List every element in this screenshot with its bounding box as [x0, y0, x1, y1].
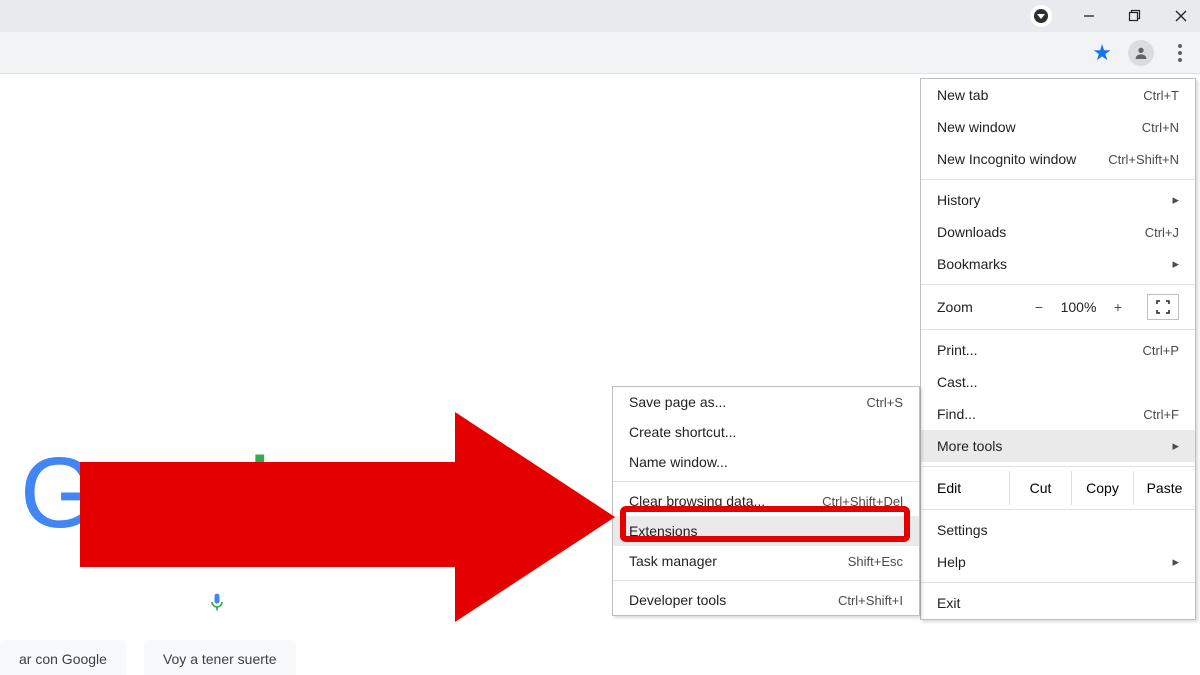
lucky-button[interactable]: Voy a tener suerte [144, 640, 296, 675]
menu-separator [921, 509, 1195, 510]
fullscreen-icon[interactable] [1147, 294, 1179, 320]
main-menu-item-history[interactable]: History ▸ [921, 184, 1195, 216]
menu-separator [921, 284, 1195, 285]
zoom-in-button[interactable]: + [1106, 299, 1130, 315]
menu-item-label: History [937, 192, 981, 208]
menu-item-label: Settings [937, 522, 988, 538]
menu-item-shortcut: Ctrl+Shift+Del [822, 494, 903, 509]
menu-item-label: Name window... [629, 454, 728, 470]
menu-item-label: New window [937, 119, 1016, 135]
main-menu-item-bookmarks[interactable]: Bookmarks ▸ [921, 248, 1195, 280]
main-menu-item-exit[interactable]: Exit [921, 587, 1195, 619]
main-menu-item-new-window[interactable]: New window Ctrl+N [921, 111, 1195, 143]
menu-item-label: Print... [937, 342, 977, 358]
close-icon[interactable] [1172, 7, 1190, 25]
main-menu-item-print[interactable]: Print... Ctrl+P [921, 334, 1195, 366]
main-menu-item-help[interactable]: Help ▸ [921, 546, 1195, 578]
google-logo: Google [20, 436, 319, 551]
main-menu-item-cast[interactable]: Cast... [921, 366, 1195, 398]
main-menu-item-downloads[interactable]: Downloads Ctrl+J [921, 216, 1195, 248]
menu-item-shortcut: Ctrl+J [1145, 225, 1179, 240]
chevron-right-icon: ▸ [1172, 554, 1179, 570]
profile-avatar-icon[interactable] [1128, 40, 1154, 66]
window-titlebar [0, 0, 1200, 32]
edit-label: Edit [937, 480, 1009, 496]
zoom-label: Zoom [937, 299, 1027, 315]
menu-item-label: Bookmarks [937, 256, 1007, 272]
main-menu-item-more-tools[interactable]: More tools ▸ [921, 430, 1195, 462]
menu-item-shortcut: Ctrl+Shift+I [838, 593, 903, 608]
menu-item-label: Task manager [629, 553, 717, 569]
bookmark-star-icon[interactable]: ★ [1092, 40, 1112, 66]
chevron-right-icon: ▸ [1172, 256, 1179, 272]
menu-item-label: More tools [937, 438, 1002, 454]
restore-icon[interactable] [1126, 7, 1144, 25]
edit-cut[interactable]: Cut [1009, 471, 1071, 505]
menu-item-label: Extensions [629, 523, 697, 539]
menu-item-shortcut: Ctrl+S [867, 395, 903, 410]
sub-menu-item-task-manager[interactable]: Task manager Shift+Esc [613, 546, 919, 576]
menu-zoom-row: Zoom − 100% + [921, 289, 1195, 325]
chevron-right-icon: ▸ [1172, 438, 1179, 454]
main-menu-item-new-tab[interactable]: New tab Ctrl+T [921, 79, 1195, 111]
sub-menu-item-clear-browsing-data[interactable]: Clear browsing data... Ctrl+Shift+Del [613, 486, 919, 516]
menu-item-label: New Incognito window [937, 151, 1076, 167]
sub-menu-item-extensions[interactable]: Extensions [613, 516, 919, 546]
chrome-main-menu[interactable]: New tab Ctrl+T New window Ctrl+N New Incogni… [920, 78, 1196, 620]
menu-item-label: New tab [937, 87, 988, 103]
menu-item-label: Find... [937, 406, 976, 422]
search-button[interactable]: ar con Google [0, 640, 126, 675]
menu-item-label: Downloads [937, 224, 1006, 240]
main-menu-item-new-incognito-window[interactable]: New Incognito window Ctrl+Shift+N [921, 143, 1195, 175]
menu-item-label: Cast... [937, 374, 977, 390]
menu-item-shortcut: Ctrl+T [1143, 88, 1179, 103]
main-menu-item-settings[interactable]: Settings [921, 514, 1195, 546]
menu-separator [921, 329, 1195, 330]
sub-menu-item-create-shortcut[interactable]: Create shortcut... [613, 417, 919, 447]
menu-item-label: Clear browsing data... [629, 493, 765, 509]
menu-item-shortcut: Ctrl+F [1143, 407, 1179, 422]
chevron-right-icon: ▸ [1172, 192, 1179, 208]
menu-edit-row: Edit Cut Copy Paste [921, 471, 1195, 505]
edit-paste[interactable]: Paste [1133, 471, 1195, 505]
sub-menu-item-save-page-as[interactable]: Save page as... Ctrl+S [613, 387, 919, 417]
zoom-value: 100% [1051, 299, 1106, 315]
menu-item-label: Create shortcut... [629, 424, 736, 440]
menu-item-shortcut: Ctrl+Shift+N [1108, 152, 1179, 167]
menu-item-shortcut: Shift+Esc [848, 554, 903, 569]
voice-search-icon[interactable] [207, 592, 227, 612]
menu-separator [613, 580, 919, 581]
menu-item-label: Exit [937, 595, 960, 611]
main-menu-item-find[interactable]: Find... Ctrl+F [921, 398, 1195, 430]
titlebar-dropdown-icon[interactable] [1030, 5, 1052, 27]
menu-item-label: Developer tools [629, 592, 726, 608]
menu-item-label: Save page as... [629, 394, 726, 410]
menu-item-label: Help [937, 554, 966, 570]
chrome-more-tools-menu[interactable]: Save page as... Ctrl+S Create shortcut... N… [612, 386, 920, 616]
edit-copy[interactable]: Copy [1071, 471, 1133, 505]
sub-menu-item-developer-tools[interactable]: Developer tools Ctrl+Shift+I [613, 585, 919, 615]
browser-toolbar: ★ [0, 32, 1200, 74]
menu-separator [613, 481, 919, 482]
sub-menu-item-name-window[interactable]: Name window... [613, 447, 919, 477]
chrome-menu-icon[interactable] [1170, 44, 1190, 62]
menu-separator [921, 179, 1195, 180]
menu-separator [921, 466, 1195, 467]
google-buttons: ar con Google Voy a tener suerte [0, 640, 296, 675]
zoom-out-button[interactable]: − [1027, 299, 1051, 315]
menu-separator [921, 582, 1195, 583]
menu-item-shortcut: Ctrl+P [1143, 343, 1179, 358]
menu-item-shortcut: Ctrl+N [1142, 120, 1179, 135]
minimize-icon[interactable] [1080, 7, 1098, 25]
